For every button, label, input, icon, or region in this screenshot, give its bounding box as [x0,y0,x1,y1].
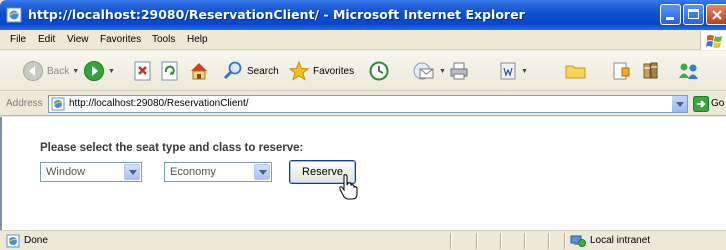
mail-button[interactable]: ▼ [412,57,446,85]
hand-cursor-icon [339,174,358,200]
word-document-icon [500,62,516,80]
status-bar: Done Local intranet [0,230,726,250]
edit-button[interactable]: ▼ [498,57,528,85]
title-bar[interactable]: http://localhost:29080/ReservationClient… [0,0,726,30]
menu-view[interactable]: View [67,34,89,45]
go-arrow-icon[interactable] [693,96,709,112]
people-icon [679,63,698,79]
menu-edit[interactable]: Edit [38,34,55,45]
address-label: Address [6,98,43,109]
menu-tools[interactable]: Tools [152,34,175,45]
back-label: Back [47,65,70,77]
status-divider [476,233,477,249]
seat-class-value: Economy [170,166,216,178]
forward-button[interactable]: ▼ [83,57,115,85]
edit-dropdown-icon[interactable]: ▼ [521,68,528,75]
back-button[interactable]: Back ▼ [22,57,79,85]
print-button[interactable] [448,57,470,85]
favorites-button[interactable]: Favorites [288,57,354,85]
intranet-zone-icon [570,235,586,247]
history-button[interactable] [368,57,390,85]
close-button[interactable] [706,4,726,25]
close-icon [712,10,722,20]
printer-icon [450,62,468,80]
address-bar: Address http://localhost:29080/Reservati… [0,92,726,116]
browser-window: http://localhost:29080/ReservationClient… [0,0,726,250]
tools-button[interactable] [676,57,702,85]
address-dropdown-button[interactable] [671,96,687,112]
status-divider [450,233,451,249]
discuss-button[interactable] [564,57,588,85]
security-zone: Local intranet [590,235,651,246]
refresh-button[interactable] [160,57,180,85]
seat-type-value: Window [46,166,86,178]
home-button[interactable] [188,57,210,85]
standard-toolbar: Back ▼ ▼ Search Favorites ▼ ▼ [0,51,726,91]
seat-class-select[interactable]: Economy [164,162,272,182]
seat-type-select[interactable]: Window [40,162,142,182]
research-icon [613,62,630,80]
favorites-label: Favorites [313,65,355,77]
go-button[interactable]: Go [711,98,724,109]
window-title: http://localhost:29080/ReservationClient… [28,7,525,22]
seat-class-dropdown-icon[interactable] [254,164,270,180]
menu-file[interactable]: File [10,34,26,45]
stop-button[interactable] [133,57,153,85]
form-prompt: Please select the seat type and class to… [40,142,304,154]
book-icon [643,62,658,79]
home-icon [191,63,207,80]
ie-page-icon [6,7,22,23]
history-icon [369,61,389,81]
address-input[interactable]: http://localhost:29080/ReservationClient… [48,95,688,113]
mail-dropdown-icon[interactable]: ▼ [439,68,446,75]
stop-icon [134,61,151,81]
mail-icon [413,62,434,80]
search-label: Search [247,65,279,77]
search-button[interactable]: Search [222,57,279,85]
menu-help[interactable]: Help [187,34,208,45]
windows-logo-icon [700,31,726,50]
menu-bar: File Edit View Favorites Tools Help [0,30,726,50]
forward-dropdown-icon[interactable]: ▼ [108,68,115,75]
seat-type-dropdown-icon[interactable] [124,164,140,180]
address-url: http://localhost:29080/ReservationClient… [69,98,249,109]
status-divider [524,233,525,249]
status-divider [500,233,501,249]
back-dropdown-icon[interactable]: ▼ [72,68,79,75]
star-icon [288,60,310,81]
status-text: Done [24,235,48,246]
back-arrow-icon [23,61,43,81]
messenger-button[interactable] [640,57,662,85]
page-icon [51,97,65,111]
status-divider [564,233,565,249]
search-icon [223,61,242,80]
status-divider [548,233,549,249]
refresh-icon [161,61,178,81]
minimize-button[interactable] [660,4,681,25]
page-done-icon [6,234,20,248]
menu-favorites[interactable]: Favorites [100,34,141,45]
forward-arrow-icon [84,61,104,81]
maximize-button[interactable] [683,4,704,25]
page-content: Please select the seat type and class to… [0,117,726,230]
research-button[interactable] [610,57,632,85]
folder-icon [565,65,586,79]
